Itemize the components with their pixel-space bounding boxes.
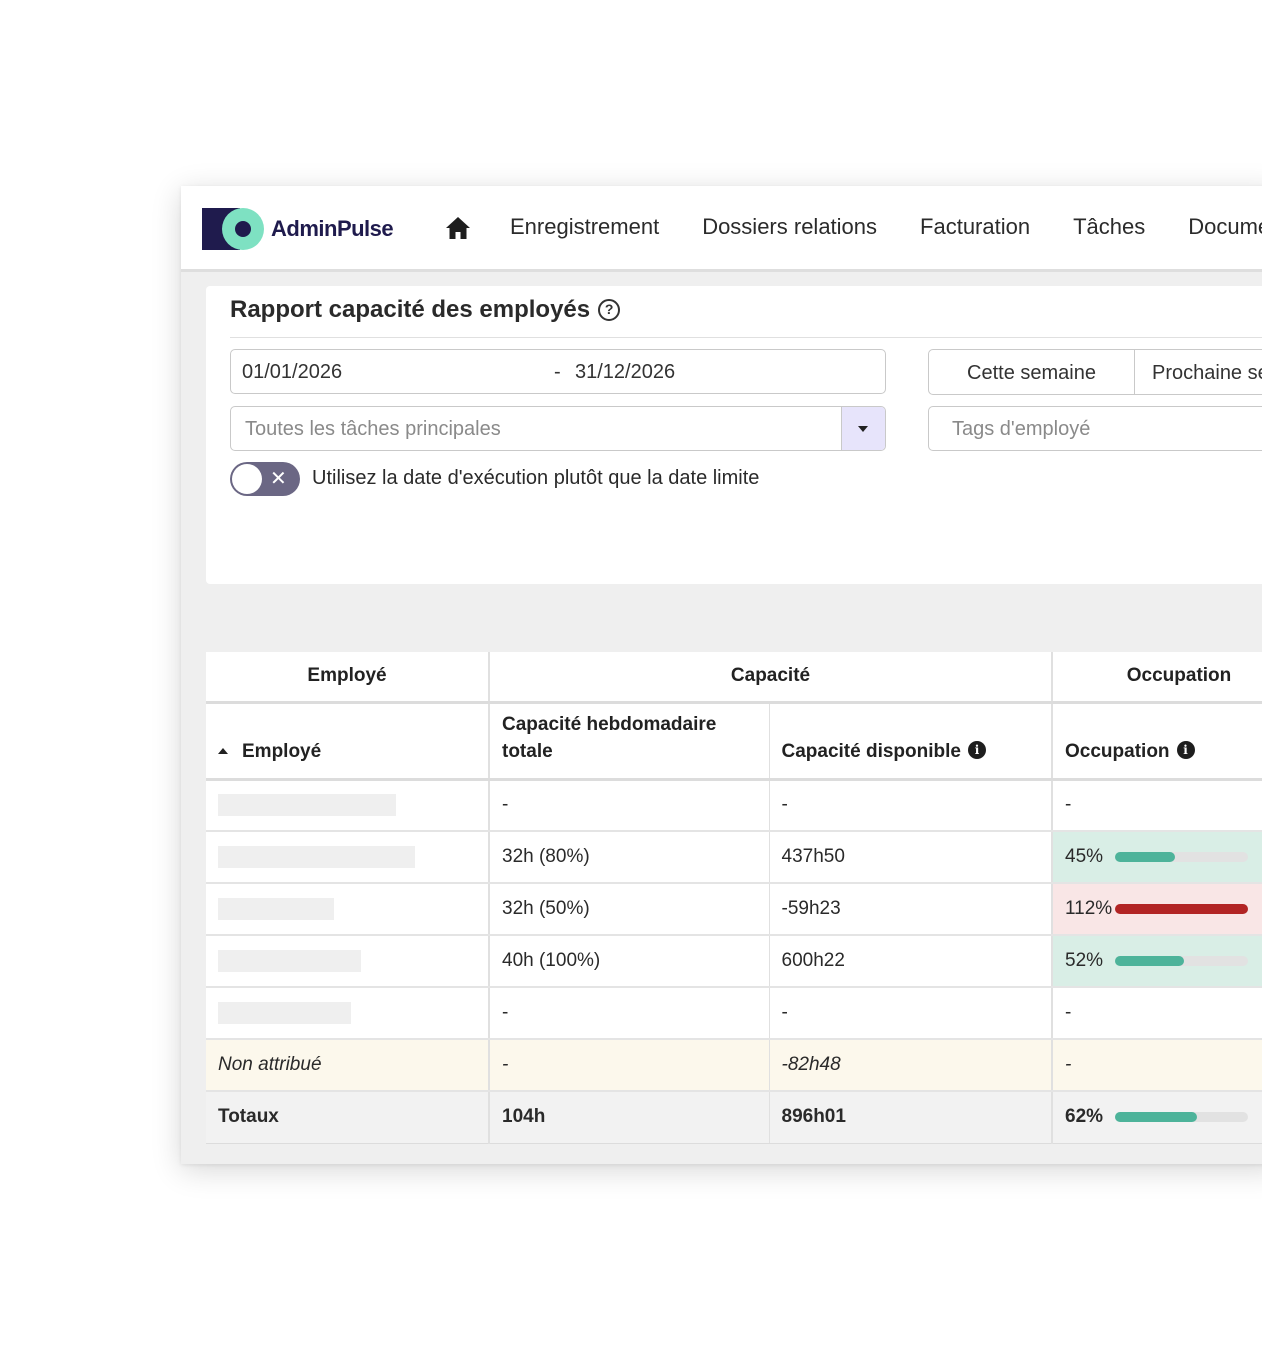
weekly-capacity-cell: 32h (80%) (489, 831, 770, 884)
employee-name-redacted (206, 935, 490, 988)
weekly-capacity-cell: 32h (50%) (489, 883, 770, 936)
occupation-percent: 62% (1065, 1106, 1104, 1128)
occupation-percent: 112% (1065, 898, 1113, 919)
column-header-employee-label: Employé (242, 740, 322, 762)
nav-item-facturation[interactable]: Facturation (920, 214, 1030, 240)
main-tasks-select[interactable]: Toutes les tâches principales (230, 406, 886, 451)
employee-name-redacted (206, 831, 490, 884)
available-capacity-cell: 437h50 (769, 831, 1054, 884)
table-row[interactable]: - - - (206, 779, 1262, 832)
available-capacity-cell: -59h23 (769, 883, 1054, 936)
available-capacity-cell: 600h22 (769, 935, 1054, 988)
next-week-button[interactable]: Prochaine semaine (1135, 349, 1262, 395)
occupation-percent: 52% (1065, 950, 1104, 971)
dropdown-toggle[interactable] (841, 407, 885, 450)
filter-panel: Rapport capacité des employés ? 01/01/20… (206, 286, 1262, 584)
employee-tags-placeholder: Tags d'employé (952, 418, 1091, 440)
date-separator: - (554, 361, 561, 383)
info-circle-icon[interactable]: i (1176, 740, 1195, 759)
weekly-capacity-cell: - (489, 987, 770, 1040)
quick-range-group: Cette semaine Prochaine semaine (928, 349, 1262, 395)
occupation-progress-bar (1115, 956, 1249, 966)
table-row[interactable]: 32h (50%) -59h23 112% (206, 883, 1262, 936)
column-header-employee[interactable]: Employé (206, 702, 490, 781)
nav-item-taches[interactable]: Tâches (1073, 214, 1145, 240)
employee-name-redacted (206, 987, 490, 1040)
occupation-cell: - (1052, 1039, 1262, 1092)
x-icon: ✕ (270, 468, 287, 490)
table-row[interactable]: - - - (206, 987, 1262, 1040)
table-row[interactable]: 40h (100%) 600h22 52% (206, 935, 1262, 988)
app-logo[interactable]: AdminPulse (202, 208, 402, 250)
total-weekly-capacity: 104h (489, 1091, 770, 1144)
employee-tags-input[interactable]: Tags d'employé (928, 406, 1262, 451)
nav-item-documents[interactable]: Documents (1188, 214, 1262, 240)
page-title-text: Rapport capacité des employés (230, 296, 591, 323)
execution-date-toggle[interactable]: ✕ (230, 462, 300, 496)
top-navbar: AdminPulse Enregistrement Dossiers relat… (181, 186, 1262, 272)
main-tasks-placeholder: Toutes les tâches principales (245, 418, 501, 440)
occupation-progress-bar (1115, 904, 1249, 914)
logo-mark-icon (202, 208, 264, 250)
table-row[interactable]: 32h (80%) 437h50 45% (206, 831, 1262, 884)
occupation-cell: 45% (1052, 831, 1262, 884)
toggle-knob (232, 464, 262, 494)
column-header-occupation-label: Occupation (1065, 740, 1170, 762)
occupation-cell: - (1052, 779, 1262, 832)
column-header-available-capacity[interactable]: Capacité disponible i (769, 702, 1054, 781)
occupation-cell: - (1052, 987, 1262, 1040)
caret-down-icon (858, 426, 868, 432)
occupation-progress-bar (1115, 852, 1249, 862)
question-circle-icon[interactable]: ? (598, 299, 621, 321)
group-header-occupation: Occupation (1052, 652, 1262, 704)
unassigned-label: Non attribué (206, 1039, 490, 1092)
main-nav: Enregistrement Dossiers relations Factur… (510, 214, 1262, 240)
logo-text: AdminPulse (271, 216, 394, 241)
totals-label: Totaux (206, 1091, 490, 1144)
column-header-occupation[interactable]: Occupation i (1052, 702, 1262, 781)
unassigned-row[interactable]: Non attribué - -82h48 - (206, 1039, 1262, 1092)
occupation-cell: 52% (1052, 935, 1262, 988)
group-header-capacity: Capacité (489, 652, 1054, 704)
weekly-capacity-cell: 40h (100%) (489, 935, 770, 988)
available-capacity-cell: -82h48 (769, 1039, 1054, 1092)
weekly-capacity-cell: - (489, 779, 770, 832)
group-header-employee: Employé (206, 652, 490, 704)
occupation-progress-bar (1115, 1112, 1249, 1123)
available-capacity-cell: - (769, 779, 1054, 832)
capacity-table: Employé Capacité Occupation Employé Capa… (206, 652, 1262, 1144)
date-range-input[interactable]: 01/01/2026 - 31/12/2026 (230, 349, 886, 394)
employee-name-redacted (206, 883, 490, 936)
nav-item-dossiers-relations[interactable]: Dossiers relations (702, 214, 877, 240)
weekly-capacity-cell: - (489, 1039, 770, 1092)
home-icon[interactable] (445, 216, 471, 240)
date-from[interactable]: 01/01/2026 (242, 361, 342, 384)
sort-ascending-icon (218, 747, 228, 754)
date-to[interactable]: 31/12/2026 (575, 361, 675, 384)
available-capacity-cell: - (769, 987, 1054, 1040)
this-week-button[interactable]: Cette semaine (928, 349, 1135, 395)
employee-name-redacted (206, 779, 490, 832)
total-occupation-cell: 62% (1052, 1091, 1262, 1144)
divider (230, 337, 1262, 338)
totals-row: Totaux 104h 896h01 62% (206, 1091, 1262, 1144)
execution-date-toggle-label: Utilisez la date d'exécution plutôt que … (312, 467, 760, 489)
occupation-percent: 45% (1065, 846, 1104, 867)
info-circle-icon[interactable]: i (967, 740, 986, 759)
nav-item-enregistrement[interactable]: Enregistrement (510, 214, 659, 240)
page-title: Rapport capacité des employés ? (230, 296, 621, 324)
column-header-available-label: Capacité disponible (781, 740, 961, 762)
app-window: AdminPulse Enregistrement Dossiers relat… (181, 186, 1262, 1164)
total-available-capacity: 896h01 (769, 1091, 1054, 1144)
occupation-cell: 112% (1052, 883, 1262, 936)
column-header-weekly-capacity[interactable]: Capacité hebdomadaire totale (489, 702, 770, 781)
